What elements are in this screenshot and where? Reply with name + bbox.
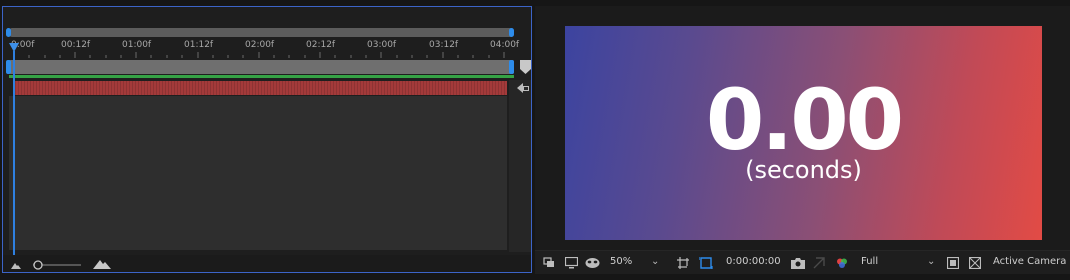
chevron-down-icon[interactable]: ⌄ [651,256,659,267]
navigator-end-handle[interactable] [509,60,514,74]
comp-end-marker-icon[interactable] [520,60,531,74]
timeline-scrollbar[interactable] [509,80,531,252]
color-channels-icon[interactable] [835,257,849,269]
ruler-label: 01:00f [122,40,152,50]
viewer-toolbar: 50% ⌄ 0:00:00:00 Full ⌄ Active Camera [535,250,1070,274]
ruler-label: 02:12f [306,40,336,50]
work-area-bar[interactable] [9,28,514,37]
grid-guides-icon[interactable] [677,257,691,269]
timeline-zoom-navigator[interactable] [9,60,514,74]
chevron-down-icon[interactable]: ⌄ [927,256,935,267]
camera-snapshot-icon[interactable] [791,257,805,269]
large-mountain-icon[interactable] [93,259,111,269]
always-preview-icon[interactable] [543,257,555,269]
comp-number-text: 0.00 [705,71,904,169]
ruler-ticks [13,52,505,58]
transparency-grid-icon[interactable] [969,257,981,269]
mask-visibility-icon[interactable] [585,257,600,269]
playhead-line[interactable] [13,51,15,269]
ruler-label: 02:00f [245,40,275,50]
ruler-label: 03:12f [429,40,459,50]
timeline-layer-area[interactable] [9,96,507,250]
timeline-panel: 0:00f 00:12f 01:00f 01:12f 02:00f 02:12f… [2,6,532,273]
layer-duration-bar[interactable] [13,81,507,95]
monitor-icon[interactable] [565,257,578,269]
composition-viewer: 0.00 (seconds) 50% ⌄ 0:00:00:00 Full ⌄ A… [535,6,1070,274]
comp-button-icon[interactable] [515,81,531,95]
region-of-interest-icon[interactable] [699,257,713,269]
comp-duration-bar [9,75,514,78]
work-area-end-handle[interactable] [509,28,514,37]
current-time-display[interactable]: 0:00:00:00 [726,256,781,267]
navigator-start-handle[interactable] [6,60,11,74]
ruler-label: 04:00f [490,40,520,50]
active-camera-dropdown[interactable]: Active Camera [993,256,1066,267]
timeline-zoom-slider[interactable] [31,259,83,271]
fast-previews-icon[interactable] [947,257,959,269]
small-mountain-icon[interactable] [11,261,21,269]
resolution-value[interactable]: Full [861,256,878,267]
work-area-start-handle[interactable] [6,28,11,37]
timeline-bottom-bar [3,255,531,272]
comp-caption-text: (seconds) [745,156,862,184]
magnification-value[interactable]: 50% [610,256,632,267]
ruler-label: 01:12f [184,40,214,50]
ruler-label: 03:00f [367,40,397,50]
ruler-label: 00:12f [61,40,91,50]
show-snapshot-icon[interactable] [813,257,827,269]
composition-frame[interactable]: 0.00 (seconds) [565,26,1042,240]
